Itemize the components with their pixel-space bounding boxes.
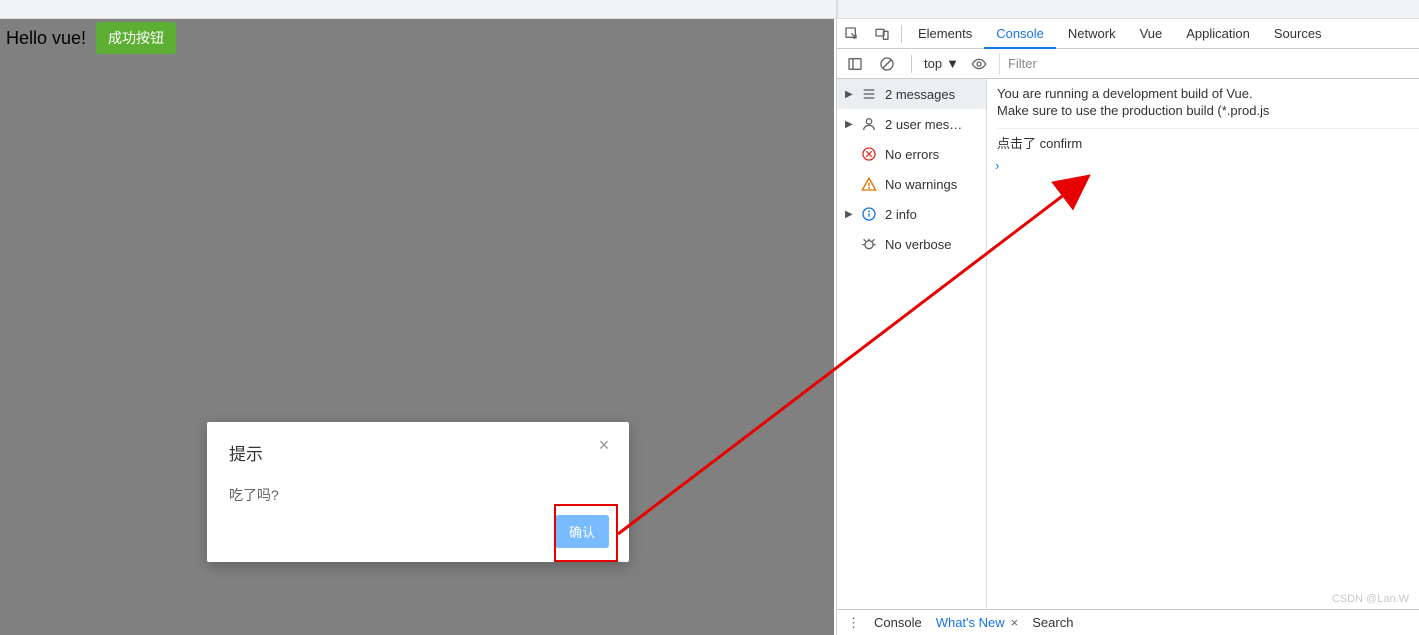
warning-icon bbox=[861, 176, 877, 192]
error-icon bbox=[861, 146, 877, 162]
filter-input[interactable] bbox=[999, 53, 1413, 75]
sidebar-item-user[interactable]: ▶ 2 user mes… bbox=[837, 109, 986, 139]
caret-icon: ▶ bbox=[845, 209, 853, 220]
drawer-tab-label: What's New bbox=[936, 615, 1005, 630]
console-prompt-icon[interactable]: › bbox=[995, 158, 1419, 173]
clear-console-icon[interactable] bbox=[875, 52, 899, 76]
devtools-panel: Elements Console Network Vue Application… bbox=[836, 19, 1419, 635]
context-label: top bbox=[924, 56, 942, 71]
success-button[interactable]: 成功按钮 bbox=[96, 22, 176, 54]
devtools-drawer-tabs: ⋮ Console What's New × Search bbox=[837, 609, 1419, 635]
close-icon[interactable]: × bbox=[1011, 615, 1019, 630]
tab-console[interactable]: Console bbox=[984, 19, 1056, 49]
kebab-icon[interactable]: ⋮ bbox=[847, 615, 860, 631]
devtools-tabbar: Elements Console Network Vue Application… bbox=[837, 19, 1419, 49]
sidebar-item-verbose[interactable]: No verbose bbox=[837, 229, 986, 259]
bug-icon bbox=[861, 236, 877, 252]
tab-application[interactable]: Application bbox=[1174, 19, 1262, 49]
context-selector[interactable]: top ▼ bbox=[924, 56, 959, 71]
caret-icon: ▶ bbox=[845, 89, 853, 100]
drawer-tab-console[interactable]: Console bbox=[874, 615, 922, 630]
app-header: Hello vue! 成功按钮 bbox=[0, 19, 834, 57]
toggle-sidebar-icon[interactable] bbox=[843, 52, 867, 76]
live-expression-icon[interactable] bbox=[967, 52, 991, 76]
hello-text: Hello vue! bbox=[6, 28, 86, 49]
sidebar-item-warnings[interactable]: No warnings bbox=[837, 169, 986, 199]
tab-elements[interactable]: Elements bbox=[906, 19, 984, 49]
sidebar-item-label: 2 info bbox=[885, 207, 917, 222]
drawer-tab-whatsnew[interactable]: What's New × bbox=[936, 615, 1019, 630]
console-sidebar: ▶ 2 messages ▶ 2 user mes… No errors bbox=[837, 79, 987, 609]
sidebar-item-messages[interactable]: ▶ 2 messages bbox=[837, 79, 986, 109]
sidebar-item-label: No errors bbox=[885, 147, 939, 162]
confirm-button[interactable]: 确认 bbox=[555, 515, 609, 548]
separator bbox=[901, 25, 902, 43]
console-log[interactable]: You are running a development build of V… bbox=[987, 79, 1419, 609]
close-icon[interactable]: × bbox=[595, 436, 613, 454]
confirm-dialog: 提示 × 吃了吗? 确认 bbox=[207, 422, 629, 562]
tab-vue[interactable]: Vue bbox=[1128, 19, 1175, 49]
dialog-body: 吃了吗? bbox=[229, 485, 607, 505]
tab-network[interactable]: Network bbox=[1056, 19, 1128, 49]
list-icon bbox=[861, 86, 877, 102]
log-line: Make sure to use the production build (*… bbox=[997, 102, 1419, 119]
inspect-icon[interactable] bbox=[837, 19, 867, 49]
tab-sources[interactable]: Sources bbox=[1262, 19, 1334, 49]
caret-icon: ▶ bbox=[845, 119, 853, 130]
user-icon bbox=[861, 116, 877, 132]
log-line: You are running a development build of V… bbox=[997, 85, 1419, 102]
watermark-text: CSDN @Lan.W bbox=[1332, 593, 1409, 605]
dialog-title: 提示 bbox=[229, 440, 607, 465]
sidebar-item-label: 2 user mes… bbox=[885, 117, 962, 132]
device-toggle-icon[interactable] bbox=[867, 19, 897, 49]
app-viewport: Hello vue! 成功按钮 提示 × 吃了吗? 确认 bbox=[0, 19, 834, 635]
sidebar-item-label: 2 messages bbox=[885, 87, 955, 102]
drawer-tab-search[interactable]: Search bbox=[1032, 615, 1073, 630]
separator bbox=[911, 55, 912, 73]
log-separator bbox=[997, 119, 1419, 129]
sidebar-item-label: No warnings bbox=[885, 177, 957, 192]
console-body: ▶ 2 messages ▶ 2 user mes… No errors bbox=[837, 79, 1419, 609]
sidebar-item-info[interactable]: ▶ 2 info bbox=[837, 199, 986, 229]
log-line: 点击了 confirm bbox=[997, 135, 1419, 152]
chevron-down-icon: ▼ bbox=[946, 56, 959, 71]
console-toolbar: top ▼ bbox=[837, 49, 1419, 79]
sidebar-item-errors[interactable]: No errors bbox=[837, 139, 986, 169]
browser-frame-strip bbox=[0, 0, 1419, 19]
info-icon bbox=[861, 206, 877, 222]
sidebar-item-label: No verbose bbox=[885, 237, 951, 252]
dialog-footer: 确认 bbox=[555, 515, 609, 548]
